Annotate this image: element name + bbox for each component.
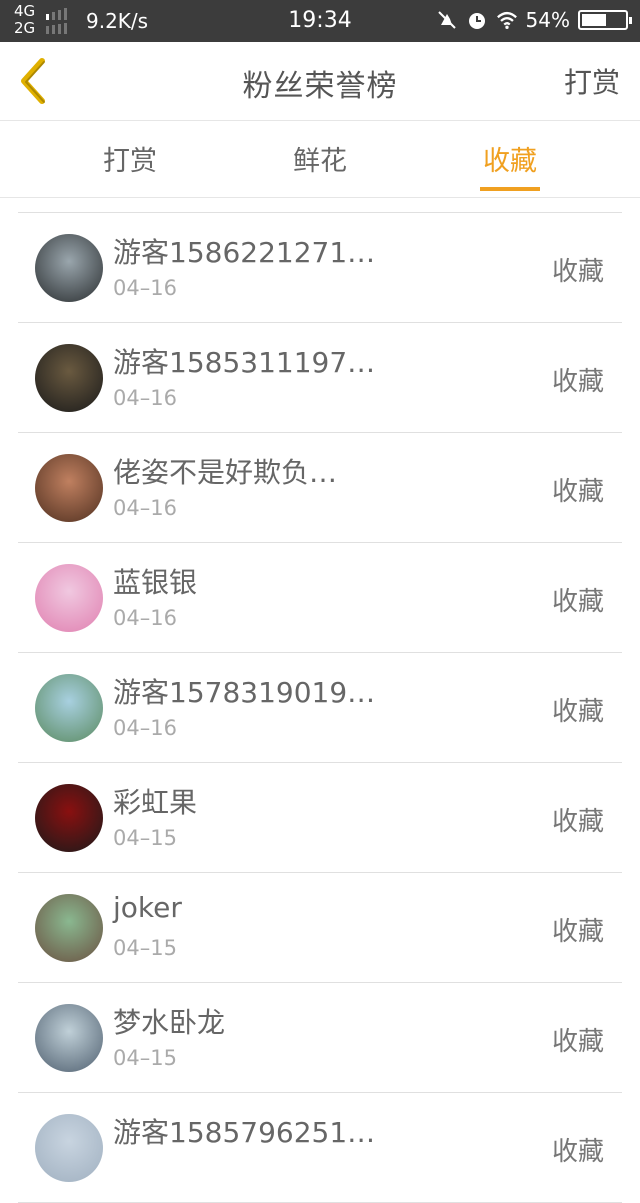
action-label: 收藏 <box>551 917 604 947</box>
avatar[interactable] <box>35 784 103 852</box>
list-item[interactable]: joker 04–15 收藏 <box>18 873 622 983</box>
user-name: 梦水卧龙 <box>113 1006 226 1039</box>
action-label: 收藏 <box>551 587 604 617</box>
list-item[interactable]: 游客1586221271… 04–16 收藏 <box>18 213 622 323</box>
tab-bar: 打赏 鲜花 收藏 <box>0 121 640 198</box>
tab-favorite[interactable]: 收藏 <box>450 139 570 178</box>
avatar[interactable] <box>35 234 103 302</box>
action-label: 收藏 <box>551 1027 604 1057</box>
avatar[interactable] <box>35 1004 103 1072</box>
list-item[interactable]: 梦水卧龙 04–15 收藏 <box>18 983 622 1093</box>
user-name: 游客1585796251… <box>113 1116 376 1149</box>
action-label: 收藏 <box>551 807 604 837</box>
nav-bar: 粉丝荣誉榜 打赏 <box>0 42 640 121</box>
list-item[interactable]: 蓝银银 04–16 收藏 <box>18 543 622 653</box>
avatar[interactable] <box>35 1114 103 1182</box>
action-label: 收藏 <box>551 477 604 507</box>
item-date: 04–16 <box>113 386 177 410</box>
list-item[interactable]: 彩虹果 04–15 收藏 <box>18 763 622 873</box>
user-name: 蓝银银 <box>113 566 198 599</box>
action-label: 收藏 <box>551 257 604 287</box>
battery-percent: 54% <box>525 8 570 32</box>
tab-tip[interactable]: 打赏 <box>70 139 190 178</box>
alarm-icon <box>468 13 485 29</box>
list-item[interactable]: 游客1585311197… 04–16 收藏 <box>18 323 622 433</box>
avatar[interactable] <box>35 344 103 412</box>
item-date: 04–15 <box>113 936 177 960</box>
battery-icon <box>578 10 632 30</box>
action-label: 收藏 <box>551 367 604 397</box>
item-date: 04–15 <box>113 1046 177 1070</box>
list-item[interactable]: 佬姿不是好欺负… 04–16 收藏 <box>18 433 622 543</box>
page-title: 粉丝荣誉榜 <box>242 69 398 104</box>
item-date: 04–16 <box>113 276 177 300</box>
avatar[interactable] <box>35 674 103 742</box>
avatar[interactable] <box>35 454 103 522</box>
mute-icon <box>437 11 456 29</box>
status-bar: 4G 2G 9.2K/s 19:34 54% <box>0 0 640 42</box>
item-date: 04–16 <box>113 716 177 740</box>
action-label: 收藏 <box>551 697 604 727</box>
tab-flower[interactable]: 鲜花 <box>260 139 380 178</box>
item-date: 04–16 <box>113 496 177 520</box>
user-name: 彩虹果 <box>113 786 198 819</box>
fan-list: 游客1586221271… 04–16 收藏 游客1585311197… 04–16 收藏… <box>18 213 622 1203</box>
item-date: 04–15 <box>113 826 177 850</box>
user-name: 游客1585311197… <box>113 346 376 379</box>
action-label: 收藏 <box>551 1137 604 1167</box>
user-name: 游客1578319019… <box>113 676 376 709</box>
list-item[interactable]: 游客1585796251… 收藏 <box>18 1093 622 1203</box>
wifi-icon <box>496 11 517 29</box>
item-date: 04–16 <box>113 606 177 630</box>
user-name: joker <box>113 891 182 924</box>
tip-button[interactable]: 打赏 <box>564 61 620 101</box>
avatar[interactable] <box>35 564 103 632</box>
user-name: 佬姿不是好欺负… <box>113 456 338 489</box>
active-tab-indicator <box>480 187 540 191</box>
user-name: 游客1586221271… <box>113 236 376 269</box>
avatar[interactable] <box>35 894 103 962</box>
list-item[interactable]: 游客1578319019… 04–16 收藏 <box>18 653 622 763</box>
